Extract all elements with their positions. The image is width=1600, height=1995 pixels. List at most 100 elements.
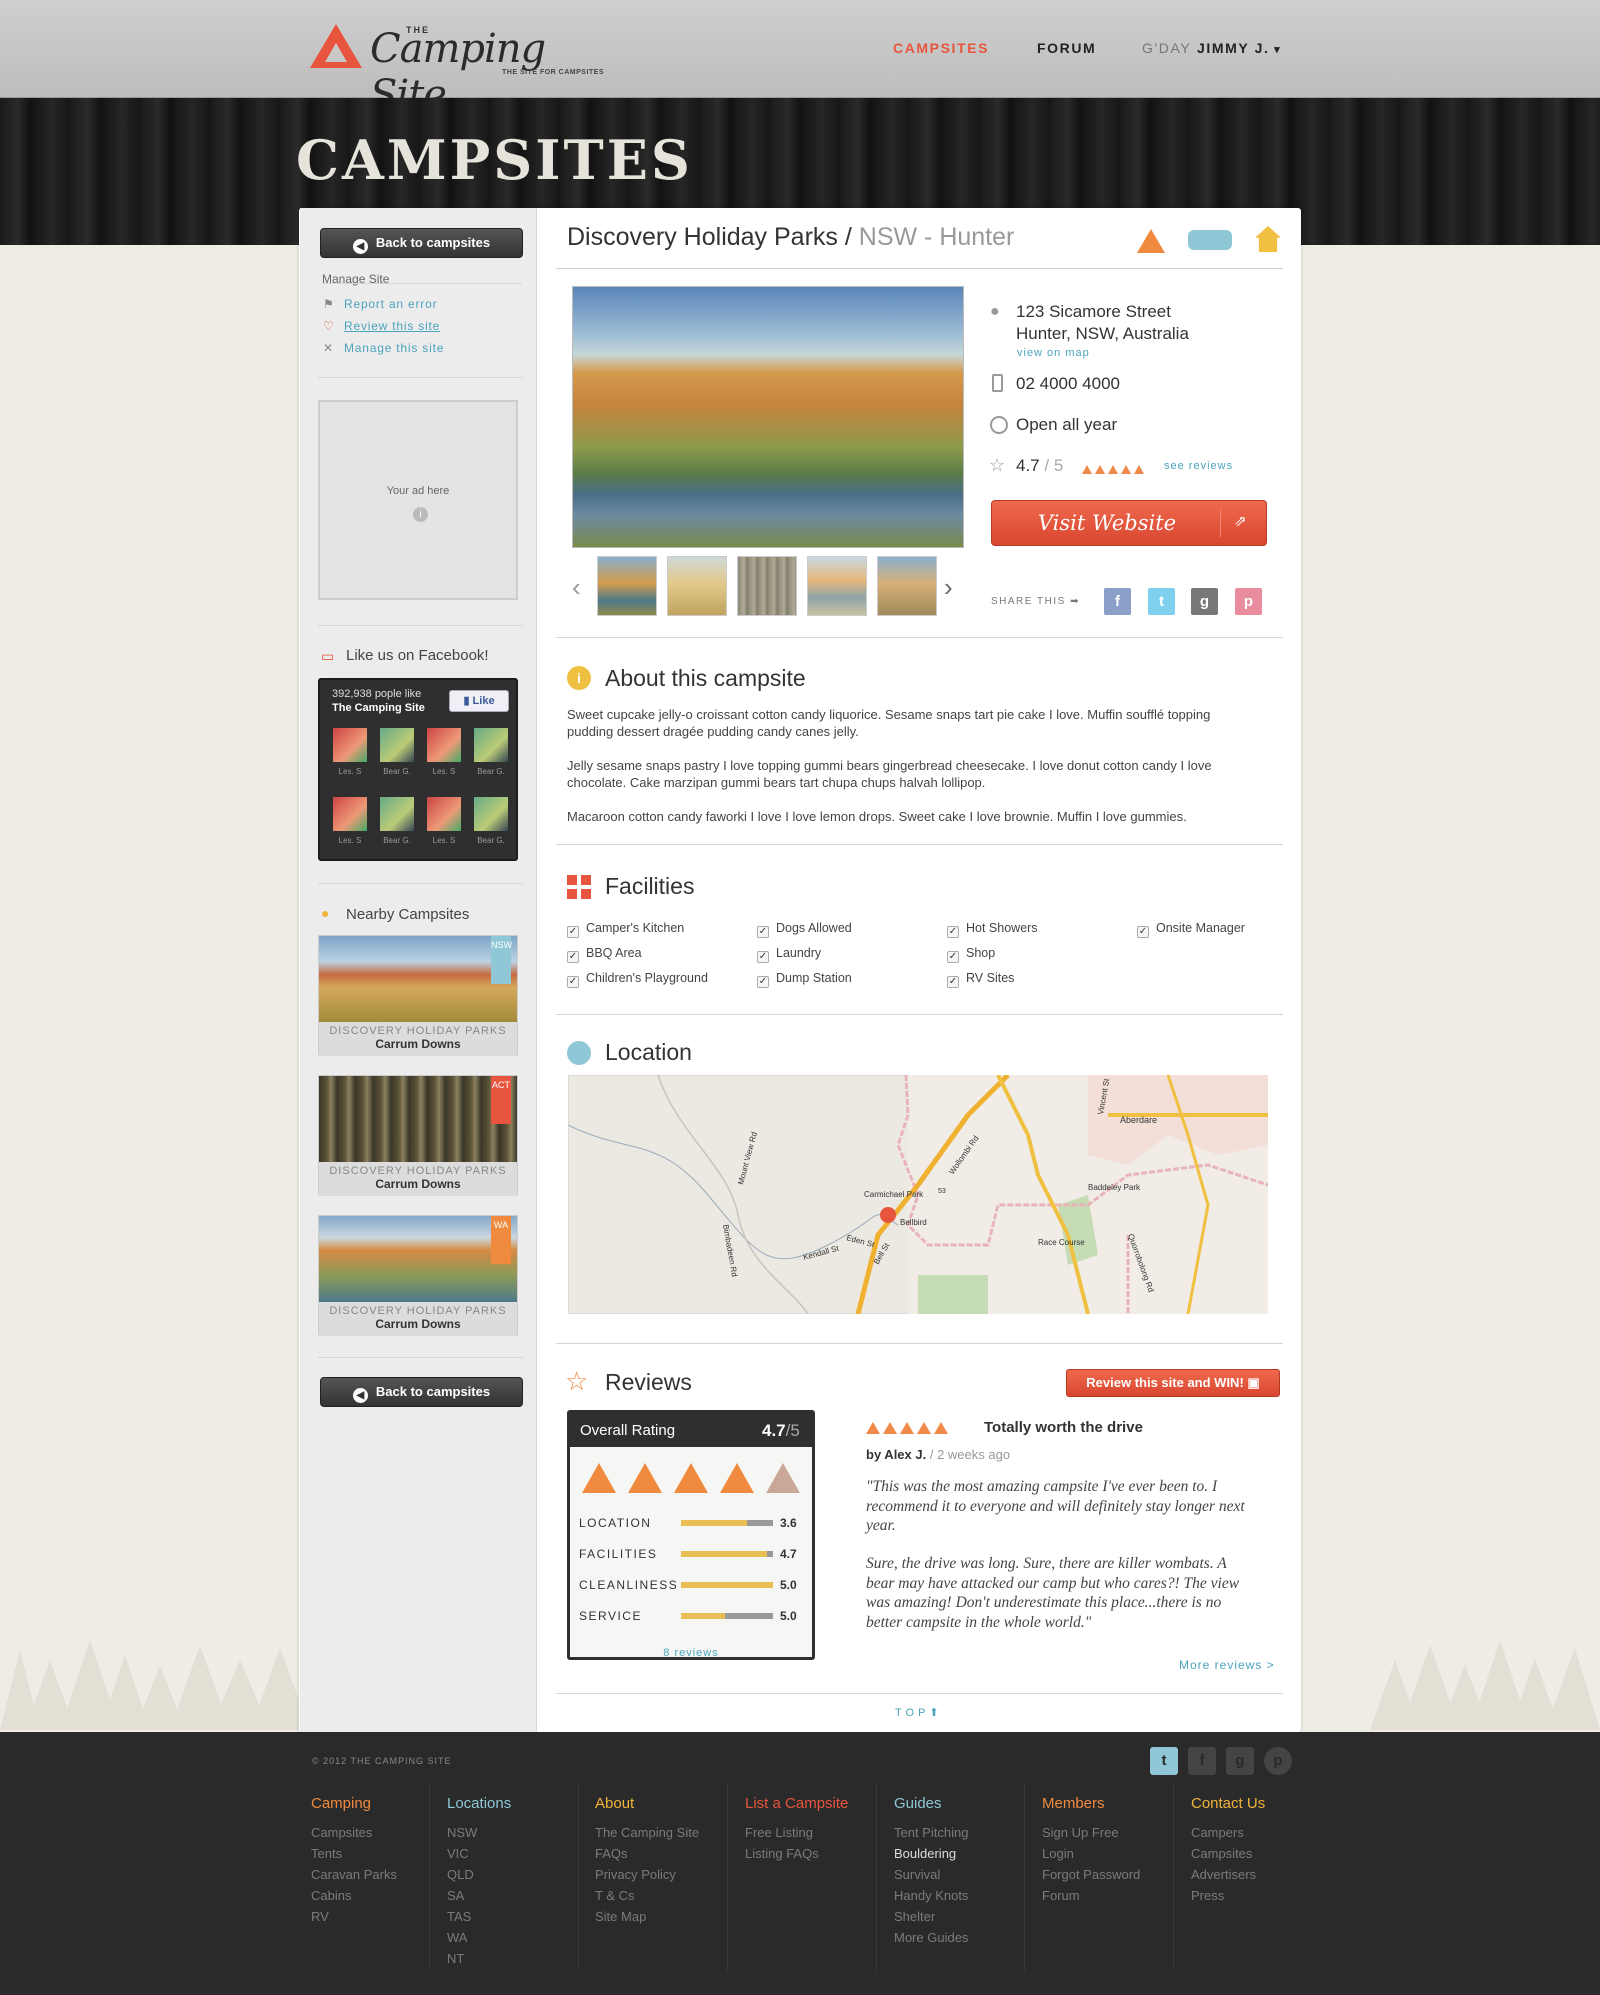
footer-link[interactable]: More Guides	[894, 1927, 968, 1948]
tent-rating-icon	[866, 1422, 880, 1434]
fan-avatar-3[interactable]	[474, 728, 508, 762]
gallery-thumb[interactable]	[807, 556, 867, 616]
footer-link[interactable]: Campsites	[311, 1822, 397, 1843]
nearby-card-2[interactable]: WA DISCOVERY HOLIDAY PARKS Carrum Downs	[318, 1215, 518, 1336]
footer-link[interactable]: Sign Up Free	[1042, 1822, 1140, 1843]
map-label: Bellbird	[900, 1218, 927, 1227]
map-label: Aberdare	[1120, 1115, 1157, 1125]
footer-link[interactable]: Privacy Policy	[595, 1864, 699, 1885]
footer-link[interactable]: FAQs	[595, 1843, 699, 1864]
ad-text: Your ad here	[386, 485, 450, 497]
nearby-card-0[interactable]: NSW DISCOVERY HOLIDAY PARKS Carrum Downs	[318, 935, 518, 1056]
report-error-link[interactable]: Report an error	[344, 297, 437, 311]
fan-avatar-6[interactable]	[427, 797, 461, 831]
ad-box[interactable]: Your ad here i	[318, 400, 518, 600]
fan-avatar-2[interactable]	[427, 728, 461, 762]
info-circle-icon: i	[567, 666, 591, 690]
nav-forum[interactable]: FORUM	[1037, 40, 1096, 56]
checkbox-checked-icon: ✓	[567, 926, 579, 938]
manage-site-link[interactable]: Manage this site	[344, 341, 444, 355]
nav-campsites[interactable]: CAMPSITES	[893, 40, 989, 56]
pinterest-icon[interactable]: p	[1264, 1747, 1292, 1775]
fan-name: Bear G.	[477, 836, 505, 845]
footer-link[interactable]: Free Listing	[745, 1822, 848, 1843]
checkbox-checked-icon: ✓	[947, 926, 959, 938]
facility-item: ✓ Children's Playground	[567, 971, 708, 988]
review-site-link[interactable]: Review this site	[344, 319, 440, 333]
next-arrow-icon[interactable]: ›	[944, 572, 953, 603]
footer-link[interactable]: Campsites	[1191, 1843, 1265, 1864]
footer-link[interactable]: Bouldering	[894, 1843, 968, 1864]
footer-link[interactable]: Listing FAQs	[745, 1843, 848, 1864]
footer-link[interactable]: The Camping Site	[595, 1822, 699, 1843]
footer-link[interactable]: Tents	[311, 1843, 397, 1864]
review-win-button[interactable]: Review this site and WIN! ▣	[1066, 1369, 1280, 1397]
footer-link[interactable]: Login	[1042, 1843, 1140, 1864]
gallery-thumb[interactable]	[667, 556, 727, 616]
fan-avatar-4[interactable]	[333, 797, 367, 831]
tent-rating-icon	[582, 1463, 616, 1493]
fan-avatar-7[interactable]	[474, 797, 508, 831]
facebook-share-icon[interactable]: f	[1104, 588, 1131, 615]
tent-rating-icon	[674, 1463, 708, 1493]
review-count-link[interactable]: 8 reviews	[570, 1647, 812, 1659]
footer-link[interactable]: Campers	[1191, 1822, 1265, 1843]
twitter-share-icon[interactable]: t	[1148, 588, 1175, 615]
more-reviews-link[interactable]: More reviews >	[1179, 1658, 1275, 1672]
back-to-campsites-button-bottom[interactable]: ◀ Back to campsites	[320, 1377, 523, 1407]
footer-link[interactable]: NSW	[447, 1822, 511, 1843]
gallery-thumb[interactable]	[597, 556, 657, 616]
footer-link[interactable]: Press	[1191, 1885, 1265, 1906]
fb-like-button[interactable]: ▮ Like	[449, 690, 509, 712]
footer-link[interactable]: T & Cs	[595, 1885, 699, 1906]
googleplus-share-icon[interactable]: g	[1191, 588, 1218, 615]
facebook-icon[interactable]: f	[1188, 1747, 1216, 1775]
gallery-thumb[interactable]	[877, 556, 937, 616]
fan-avatar-1[interactable]	[380, 728, 414, 762]
nearby-card-1[interactable]: ACT DISCOVERY HOLIDAY PARKS Carrum Downs	[318, 1075, 518, 1196]
user-menu[interactable]: JIMMY J. ▾	[1197, 40, 1281, 56]
footer-link[interactable]: Forgot Password	[1042, 1864, 1140, 1885]
footer-link[interactable]: RV	[311, 1906, 397, 1927]
footer-link[interactable]: Cabins	[311, 1885, 397, 1906]
main-photo[interactable]	[572, 286, 964, 548]
view-on-map-link[interactable]: view on map	[1017, 347, 1090, 359]
map[interactable]: Aberdare Vincent St Wollombi Rd Mount Vi…	[568, 1075, 1268, 1314]
footer-link[interactable]: Survival	[894, 1864, 968, 1885]
footer-link[interactable]: SA	[447, 1885, 511, 1906]
fan-name: Les. S	[432, 767, 456, 776]
back-to-campsites-button[interactable]: ◀ Back to campsites	[320, 228, 523, 258]
footer-link[interactable]: Shelter	[894, 1906, 968, 1927]
googleplus-icon[interactable]: g	[1226, 1747, 1254, 1775]
footer-link[interactable]: Forum	[1042, 1885, 1140, 1906]
about-paragraph: Macaroon cotton candy faworki I love I l…	[567, 809, 1187, 824]
facility-label: Dogs Allowed	[776, 921, 852, 935]
back-to-top-link[interactable]: TOP⬆	[895, 1706, 943, 1719]
footer-link[interactable]: TAS	[447, 1906, 511, 1927]
footer-link[interactable]: QLD	[447, 1864, 511, 1885]
footer-heading: Camping	[311, 1795, 372, 1812]
footer-link[interactable]: Advertisers	[1191, 1864, 1265, 1885]
visit-website-button[interactable]: Visit Website ⇗	[991, 500, 1267, 546]
checkbox-checked-icon: ✓	[1137, 926, 1149, 938]
logo[interactable]: THE Camping Site THE SITE FOR CAMPSITES	[310, 20, 610, 118]
divider	[556, 1343, 1283, 1344]
footer-divider	[1024, 1785, 1025, 1970]
footer-link[interactable]: NT	[447, 1948, 511, 1969]
pinterest-share-icon[interactable]: p	[1235, 588, 1262, 615]
prev-arrow-icon[interactable]: ‹	[572, 572, 581, 603]
footer-link[interactable]: Tent Pitching	[894, 1822, 968, 1843]
footer-link[interactable]: Caravan Parks	[311, 1864, 397, 1885]
footer-link[interactable]: Handy Knots	[894, 1885, 968, 1906]
footer-link[interactable]: VIC	[447, 1843, 511, 1864]
fan-avatar-5[interactable]	[380, 797, 414, 831]
fan-name: Les. S	[338, 836, 362, 845]
footer-column-members: Members Sign Up Free Login Forgot Passwo…	[1042, 1795, 1140, 1906]
footer-link[interactable]: Site Map	[595, 1906, 699, 1927]
gallery-thumb[interactable]	[737, 556, 797, 616]
see-reviews-link[interactable]: see reviews	[1164, 460, 1233, 472]
divider	[556, 1014, 1283, 1015]
footer-link[interactable]: WA	[447, 1927, 511, 1948]
twitter-icon[interactable]: t	[1150, 1747, 1178, 1775]
fan-avatar-0[interactable]	[333, 728, 367, 762]
